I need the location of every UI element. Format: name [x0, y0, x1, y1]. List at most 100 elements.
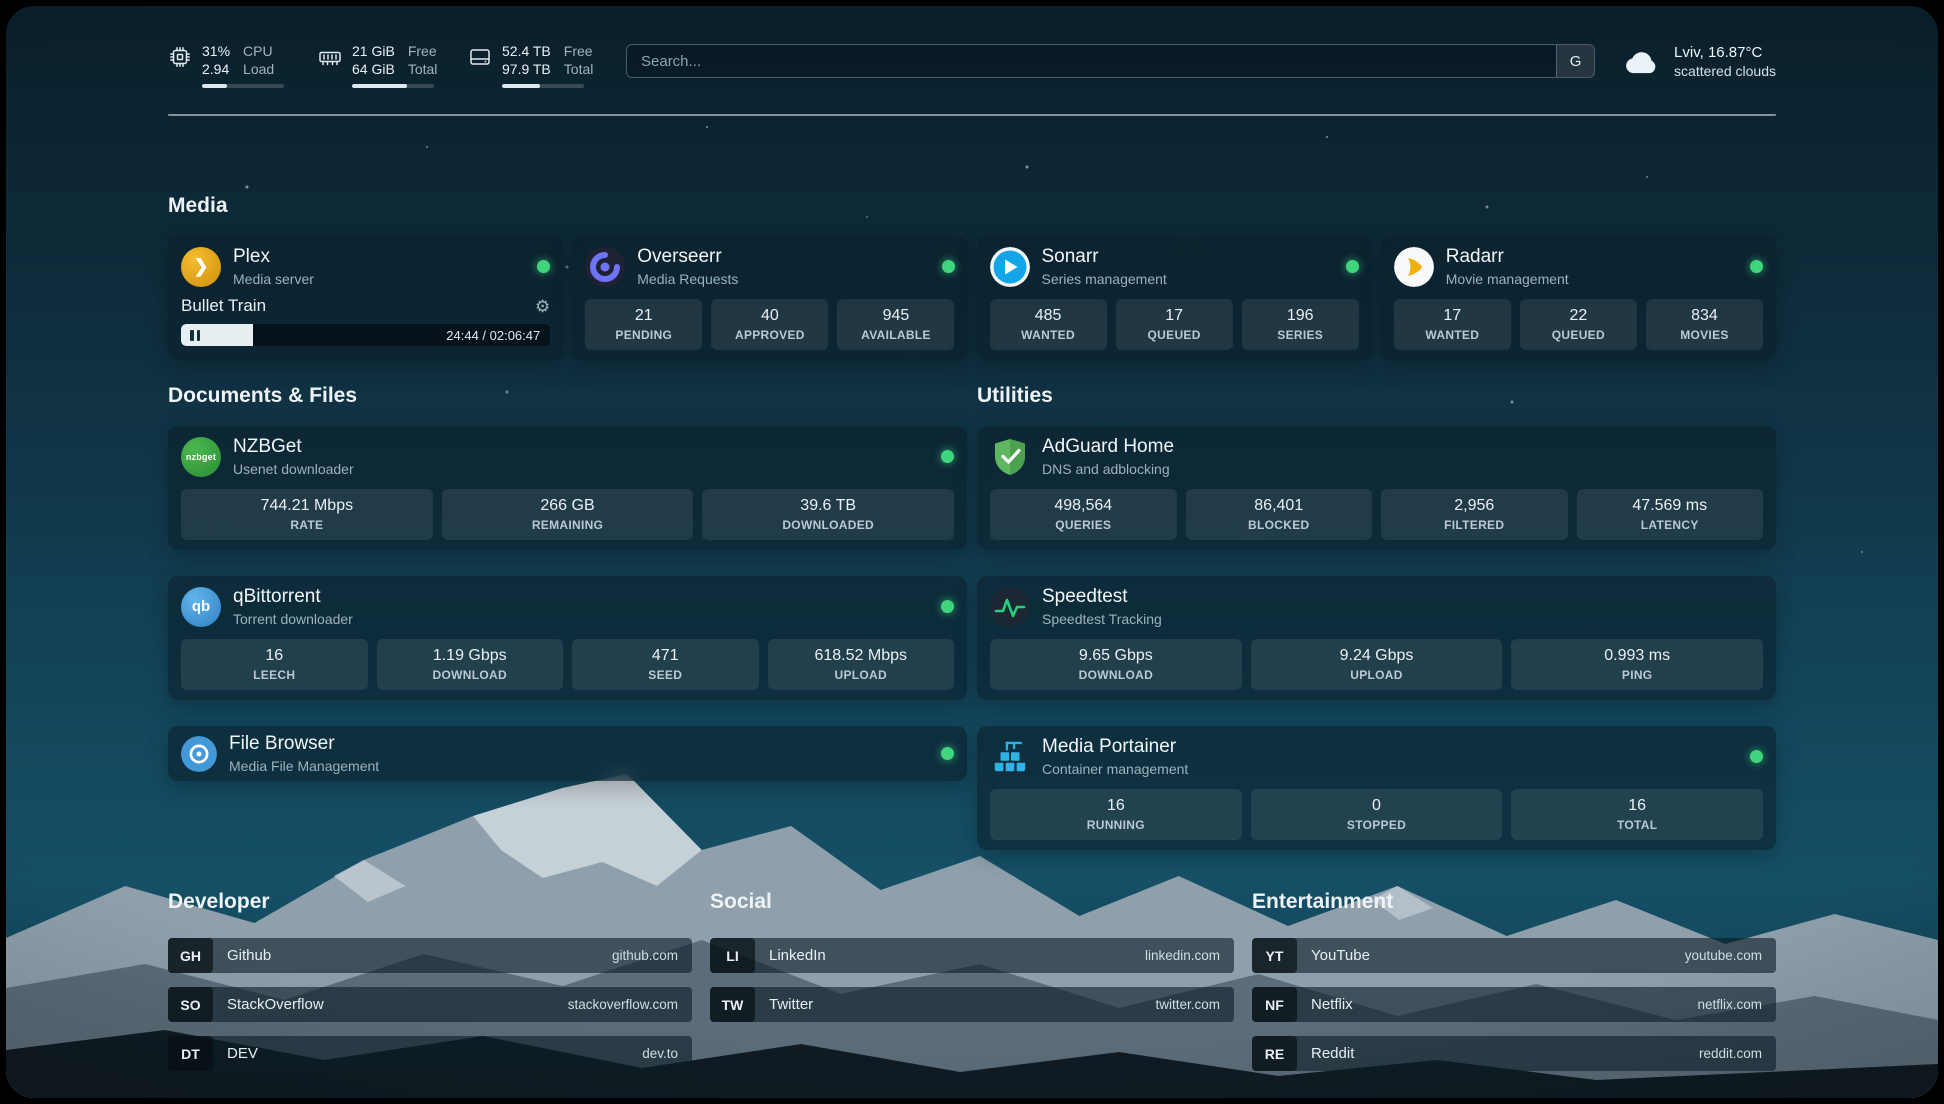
dashboard-screen: 31% 2.94 CPU Load — [6, 6, 1938, 1098]
stat-box: 9.65 Gbps DOWNLOAD — [990, 639, 1242, 690]
stat-label: AVAILABLE — [841, 328, 950, 342]
stat-box: 834 MOVIES — [1646, 299, 1763, 350]
status-dot — [941, 747, 954, 760]
stat-box: 16 RUNNING — [990, 789, 1242, 840]
bookmark-youtube[interactable]: YT YouTube youtube.com — [1252, 938, 1776, 973]
radarr-icon — [1394, 247, 1434, 287]
bookmark-abbr: TW — [710, 987, 755, 1022]
app-card-sonarr[interactable]: Sonarr Series management 485 WANTED 17 Q… — [977, 236, 1372, 360]
stat-value: 9.24 Gbps — [1255, 647, 1499, 665]
bookmark-url: netflix.com — [1697, 997, 1762, 1012]
disk-progress-bar — [502, 84, 584, 88]
cpu-progress-bar — [202, 84, 284, 88]
stat-value: 0.993 ms — [1515, 647, 1759, 665]
cpu-chip-icon — [168, 45, 192, 69]
app-subtitle: Series management — [1042, 271, 1167, 287]
bookmark-dev[interactable]: DT DEV dev.to — [168, 1036, 692, 1071]
section-title-developer: Developer — [168, 890, 692, 914]
background-stars — [6, 6, 8, 8]
playback-progress-bar[interactable]: 24:44 / 02:06:47 — [181, 324, 550, 346]
stat-box: 0 STOPPED — [1251, 789, 1503, 840]
stat-value: 0 — [1255, 797, 1499, 815]
stat-box: 17 QUEUED — [1116, 299, 1233, 350]
dashboard-content: 31% 2.94 CPU Load — [6, 42, 1938, 1085]
search-engine-button[interactable]: G — [1556, 45, 1594, 77]
stat-label: FILTERED — [1385, 518, 1564, 532]
app-card-adguard[interactable]: AdGuard Home DNS and adblocking 498,564 … — [977, 426, 1776, 550]
bookmark-url: github.com — [612, 948, 678, 963]
stat-label: QUERIES — [994, 518, 1173, 532]
stat-value: 47.569 ms — [1581, 497, 1760, 515]
bookmark-name: Netflix — [1311, 996, 1353, 1013]
disk-icon — [468, 45, 492, 69]
app-card-plex[interactable]: ❯ Plex Media server Bullet Train ⚙ 24:44… — [168, 236, 563, 360]
app-name: AdGuard Home — [1042, 436, 1174, 458]
weather-location: Lviv, 16.87°C — [1674, 44, 1776, 61]
stat-value: 17 — [1120, 307, 1229, 325]
utilities-column: Utilities AdGuard Home — [977, 384, 1776, 850]
stat-label: UPLOAD — [772, 668, 951, 682]
app-card-qbittorrent[interactable]: qb qBittorrent Torrent downloader 16 LEE… — [168, 576, 967, 700]
stat-label: RUNNING — [994, 818, 1238, 832]
stat-label: PENDING — [589, 328, 698, 342]
bookmark-netflix[interactable]: NF Netflix netflix.com — [1252, 987, 1776, 1022]
bookmark-reddit[interactable]: RE Reddit reddit.com — [1252, 1036, 1776, 1071]
filebrowser-icon — [181, 736, 217, 772]
stat-value: 2,956 — [1385, 497, 1564, 515]
bookmark-abbr: SO — [168, 987, 213, 1022]
memory-icon — [318, 45, 342, 69]
stat-box: 47.569 ms LATENCY — [1577, 489, 1764, 540]
disk-free-label: Free — [564, 42, 594, 60]
app-card-filebrowser[interactable]: File Browser Media File Management — [168, 726, 967, 781]
pause-icon[interactable] — [190, 330, 200, 341]
middle-columns: Documents & Files nzbget NZBGet Usenet d… — [168, 384, 1776, 850]
bookmark-name: StackOverflow — [227, 996, 324, 1013]
cloud-icon — [1623, 48, 1661, 75]
bookmark-github[interactable]: GH Github github.com — [168, 938, 692, 973]
app-card-portainer[interactable]: Media Portainer Container management 16 … — [977, 726, 1776, 850]
search-input[interactable] — [627, 53, 1556, 70]
stat-label: LEECH — [185, 668, 364, 682]
stat-box: 17 WANTED — [1394, 299, 1511, 350]
app-name: Speedtest — [1042, 586, 1162, 608]
stat-box: 40 APPROVED — [711, 299, 828, 350]
bookmarks-social: Social LI LinkedIn linkedin.com TW Twitt… — [710, 890, 1234, 1085]
cpu-load-label: Load — [243, 60, 274, 78]
bookmark-abbr: NF — [1252, 987, 1297, 1022]
stat-value: 744.21 Mbps — [185, 497, 429, 515]
app-card-speedtest[interactable]: Speedtest Speedtest Tracking 9.65 Gbps D… — [977, 576, 1776, 700]
stat-box: 471 SEED — [572, 639, 759, 690]
media-card-grid: ❯ Plex Media server Bullet Train ⚙ 24:44… — [168, 236, 1776, 360]
stat-box: 16 LEECH — [181, 639, 368, 690]
bookmark-linkedin[interactable]: LI LinkedIn linkedin.com — [710, 938, 1234, 973]
bookmark-stackoverflow[interactable]: SO StackOverflow stackoverflow.com — [168, 987, 692, 1022]
app-subtitle: Usenet downloader — [233, 461, 354, 477]
screenshot-frame: 31% 2.94 CPU Load — [0, 0, 1944, 1104]
stat-label: UPLOAD — [1255, 668, 1499, 682]
bookmark-abbr: GH — [168, 938, 213, 973]
app-subtitle: Media File Management — [229, 758, 379, 774]
stat-label: SERIES — [1246, 328, 1355, 342]
app-subtitle: Container management — [1042, 761, 1188, 777]
stat-value: 618.52 Mbps — [772, 647, 951, 665]
stat-label: PING — [1515, 668, 1759, 682]
disk-free-value: 52.4 TB — [502, 42, 551, 60]
now-playing-title: Bullet Train — [181, 296, 266, 316]
app-name: Radarr — [1446, 246, 1569, 268]
stat-label: STOPPED — [1255, 818, 1499, 832]
stat-value: 86,401 — [1190, 497, 1369, 515]
bookmark-twitter[interactable]: TW Twitter twitter.com — [710, 987, 1234, 1022]
app-card-overseerr[interactable]: Overseerr Media Requests 21 PENDING 40 A… — [572, 236, 967, 360]
app-subtitle: Media server — [233, 271, 314, 287]
stat-box: 16 TOTAL — [1511, 789, 1763, 840]
settings-gear-icon[interactable]: ⚙ — [535, 298, 550, 315]
stat-box: 86,401 BLOCKED — [1186, 489, 1373, 540]
app-card-nzbget[interactable]: nzbget NZBGet Usenet downloader 744.21 M… — [168, 426, 967, 550]
app-subtitle: Movie management — [1446, 271, 1569, 287]
stat-value: 17 — [1398, 307, 1507, 325]
app-card-radarr[interactable]: Radarr Movie management 17 WANTED 22 QUE… — [1381, 236, 1776, 360]
disk-total-label: Total — [564, 60, 594, 78]
ram-total-label: Total — [408, 60, 438, 78]
bookmark-url: dev.to — [642, 1046, 678, 1061]
stat-label: MOVIES — [1650, 328, 1759, 342]
